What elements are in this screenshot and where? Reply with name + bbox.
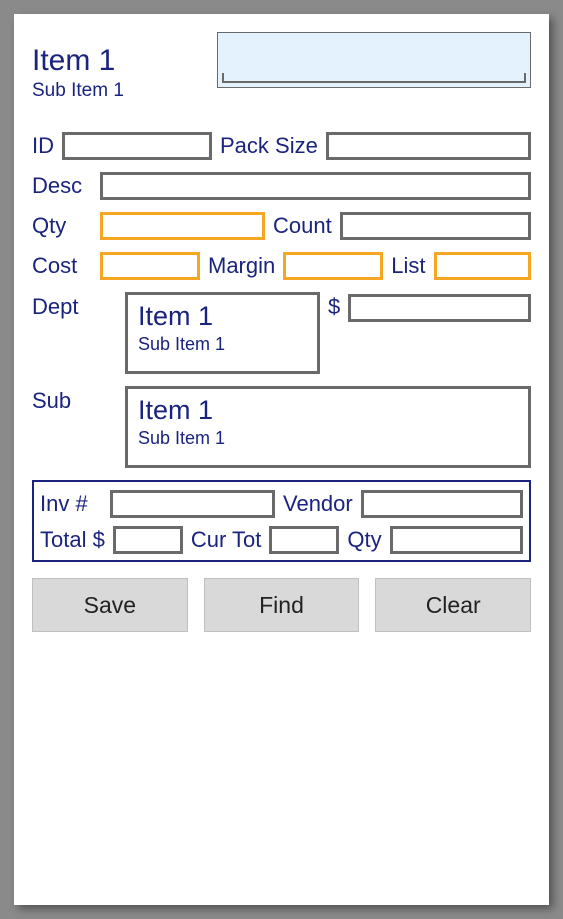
row-qty-count: Qty Count xyxy=(32,212,531,240)
dollar-label: $ xyxy=(328,292,340,320)
sub-picker[interactable]: Item 1 Sub Item 1 xyxy=(125,386,531,468)
dept-box-title: Item 1 xyxy=(138,301,307,332)
cost-field[interactable] xyxy=(100,252,200,280)
qty-label: Qty xyxy=(32,213,92,239)
total-dollar-field[interactable] xyxy=(113,526,183,554)
dollar-field[interactable] xyxy=(348,294,531,322)
margin-label: Margin xyxy=(208,253,275,279)
header-subtitle: Sub Item 1 xyxy=(32,80,207,102)
form-panel: Item 1 Sub Item 1 ID Pack Size Desc Qty … xyxy=(14,14,549,905)
cur-tot-label: Cur Tot xyxy=(191,527,262,553)
id-label: ID xyxy=(32,133,54,159)
sub-box-title: Item 1 xyxy=(138,395,518,426)
clear-button[interactable]: Clear xyxy=(375,578,531,632)
dept-label: Dept xyxy=(32,292,117,320)
header-search-input[interactable] xyxy=(217,32,531,88)
sub-box-subtitle: Sub Item 1 xyxy=(138,428,518,449)
row-cost-margin-list: Cost Margin List xyxy=(32,252,531,280)
inv-no-label: Inv # xyxy=(40,491,102,517)
count-field[interactable] xyxy=(340,212,531,240)
list-label: List xyxy=(391,253,425,279)
dept-box-subtitle: Sub Item 1 xyxy=(138,334,307,355)
cur-tot-field[interactable] xyxy=(269,526,339,554)
row-id-pack: ID Pack Size xyxy=(32,132,531,160)
header-left: Item 1 Sub Item 1 xyxy=(32,32,207,102)
count-label: Count xyxy=(273,213,332,239)
row-dept: Dept Item 1 Sub Item 1 $ xyxy=(32,292,531,374)
header-title: Item 1 xyxy=(32,44,207,78)
list-field[interactable] xyxy=(434,252,532,280)
desc-field[interactable] xyxy=(100,172,531,200)
inv-no-field[interactable] xyxy=(110,490,275,518)
invoice-section: Inv # Vendor Total $ Cur Tot Qty xyxy=(32,480,531,562)
inv-qty-field[interactable] xyxy=(390,526,523,554)
row-inv-vendor: Inv # Vendor xyxy=(40,490,523,518)
total-dollar-label: Total $ xyxy=(40,527,105,553)
pack-size-label: Pack Size xyxy=(220,133,318,159)
vendor-field[interactable] xyxy=(361,490,523,518)
row-desc: Desc xyxy=(32,172,531,200)
inv-qty-label: Qty xyxy=(347,527,381,553)
vendor-label: Vendor xyxy=(283,491,353,517)
id-field[interactable] xyxy=(62,132,212,160)
button-row: Save Find Clear xyxy=(32,578,531,632)
sub-label: Sub xyxy=(32,386,117,414)
header-row: Item 1 Sub Item 1 xyxy=(32,32,531,102)
pack-size-field[interactable] xyxy=(326,132,531,160)
cost-label: Cost xyxy=(32,253,92,279)
row-sub: Sub Item 1 Sub Item 1 xyxy=(32,386,531,468)
row-total-curtot-qty: Total $ Cur Tot Qty xyxy=(40,526,523,554)
desc-label: Desc xyxy=(32,173,92,199)
dept-picker[interactable]: Item 1 Sub Item 1 xyxy=(125,292,320,374)
qty-field[interactable] xyxy=(100,212,265,240)
margin-field[interactable] xyxy=(283,252,383,280)
find-button[interactable]: Find xyxy=(204,578,360,632)
save-button[interactable]: Save xyxy=(32,578,188,632)
